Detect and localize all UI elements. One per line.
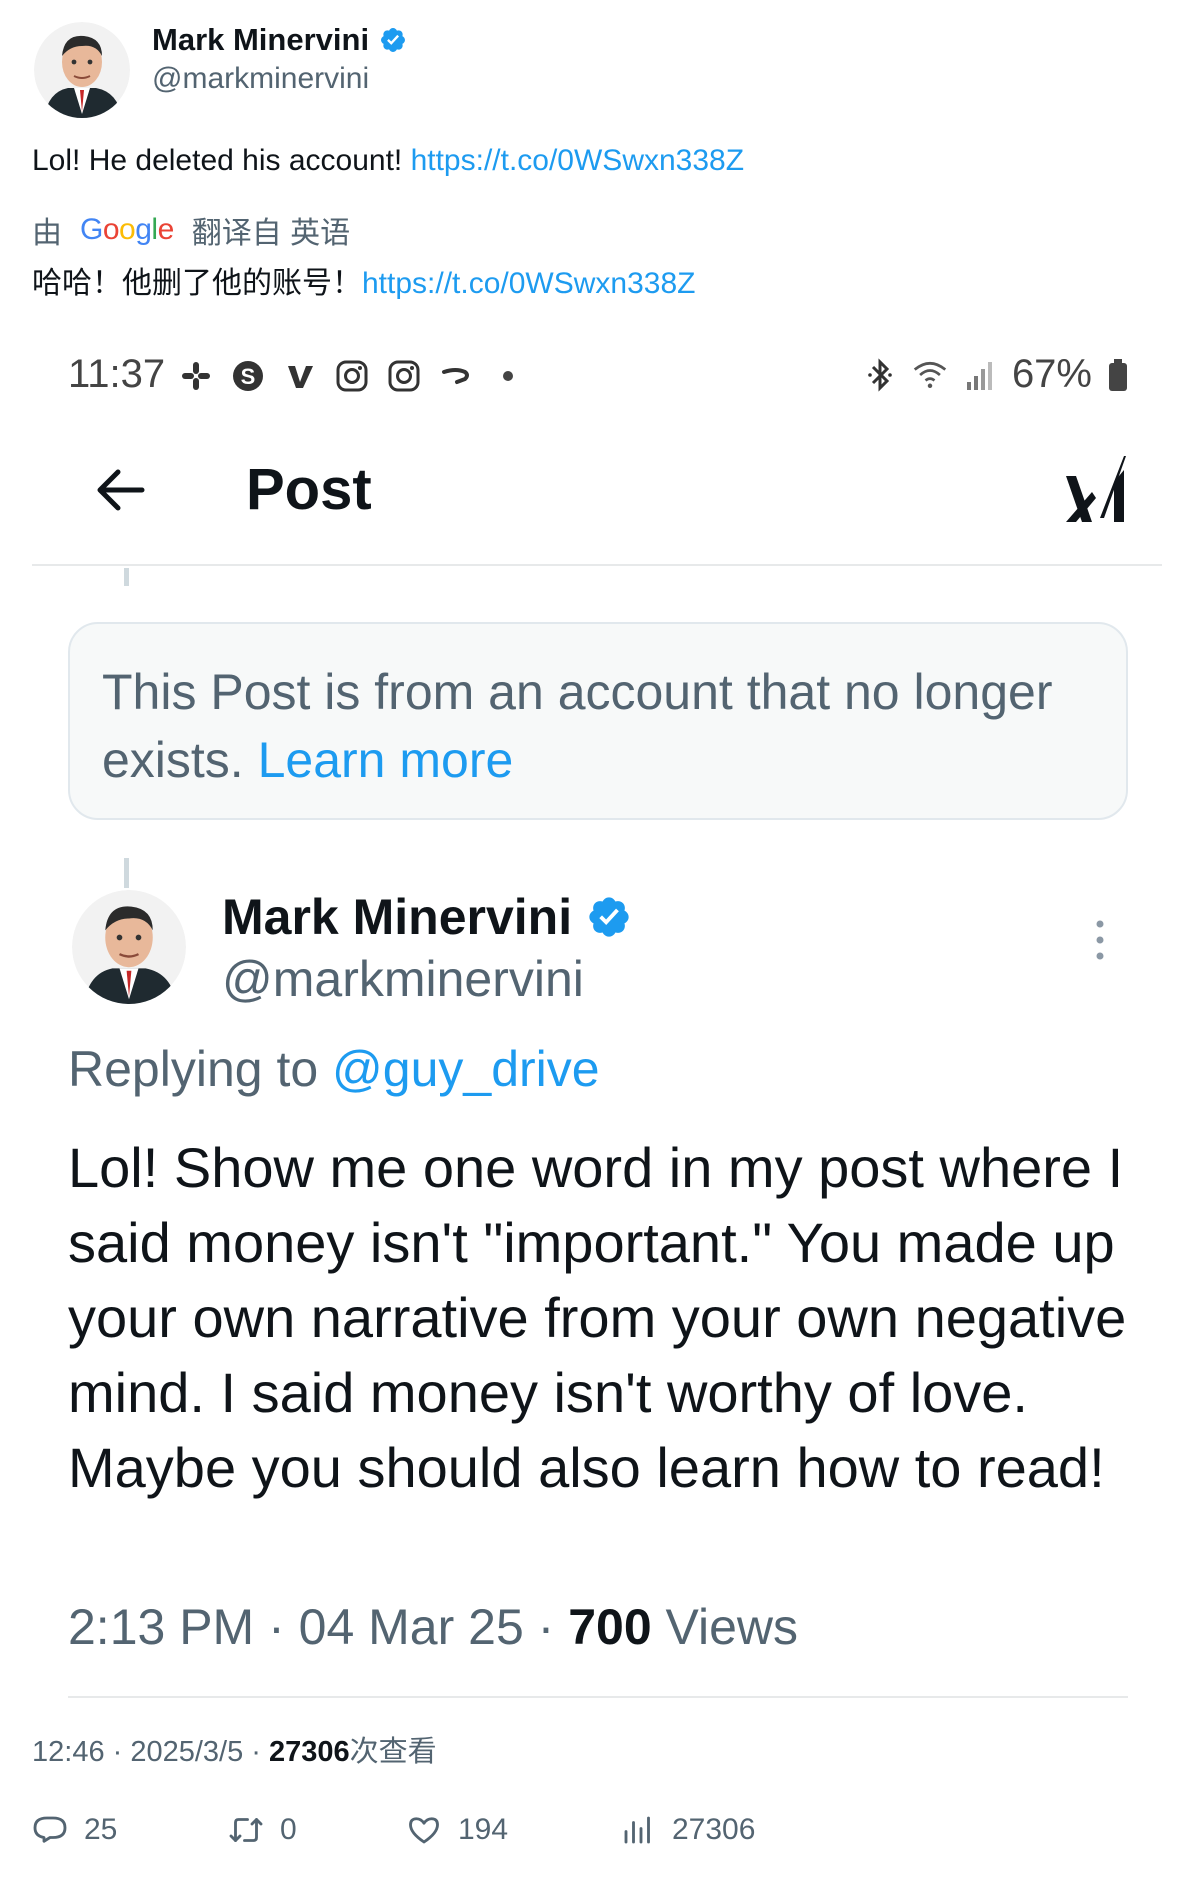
battery-icon <box>1106 357 1130 393</box>
translated-text: 哈哈！他删了他的账号！https://t.co/0WSwxn338Z <box>32 258 695 302</box>
analytics-icon <box>624 1816 650 1844</box>
tweet-views-label: 次查看 <box>349 1736 437 1768</box>
more-options-icon[interactable] <box>1090 918 1110 962</box>
translation-by-label: 由 <box>32 217 62 250</box>
repost-icon <box>229 1818 263 1842</box>
google-logo: Google <box>80 213 174 246</box>
post-author-handle[interactable]: @markminervini <box>222 950 584 1008</box>
reply-icon <box>33 1816 67 1843</box>
post-views-count: 700 <box>568 1599 652 1655</box>
deleted-account-notice: This Post is from an account that no lon… <box>68 622 1128 820</box>
like-count: 194 <box>458 1813 509 1846</box>
replying-to: Replying to @guy_drive <box>68 1040 600 1098</box>
back-arrow-icon[interactable] <box>90 460 150 520</box>
link-icon <box>438 358 474 394</box>
translation-source-label: 翻译自 英语 <box>191 217 351 250</box>
tweet-link[interactable]: https://t.co/0WSwxn338Z <box>411 144 744 177</box>
tweet-views-count: 27306 <box>269 1736 350 1768</box>
dot-icon <box>490 358 526 394</box>
learn-more-link[interactable]: Learn more <box>258 732 514 788</box>
author-name[interactable]: Mark Minervini <box>152 22 407 58</box>
replying-prefix: Replying to <box>68 1041 333 1097</box>
wifi-icon <box>912 357 948 393</box>
reply-count: 25 <box>84 1813 118 1846</box>
post-meta: 2:13 PM · 04 Mar 25 · 700 Views <box>68 1598 798 1656</box>
slack-icon <box>178 358 214 394</box>
verified-badge-icon <box>381 28 406 52</box>
post-header: Post <box>32 450 1162 566</box>
post-author-name-text: Mark Minervini <box>222 889 573 945</box>
post-timestamp[interactable]: 2:13 PM · 04 Mar 25 · <box>68 1599 568 1655</box>
reply-button[interactable]: 25 <box>32 1812 117 1848</box>
repost-button[interactable]: 0 <box>228 1812 297 1848</box>
like-button[interactable]: 194 <box>406 1812 508 1848</box>
skype-icon: S <box>230 358 266 394</box>
verified-badge-icon <box>589 897 629 937</box>
svg-text:S: S <box>241 364 256 389</box>
thread-line <box>124 858 129 888</box>
thread-line <box>124 568 129 586</box>
instagram-icon <box>386 358 422 394</box>
translated-link[interactable]: https://t.co/0WSwxn338Z <box>362 267 695 300</box>
tweet-text-body: Lol! He deleted his account! <box>32 144 411 177</box>
post-views-label: Views <box>651 1599 799 1655</box>
page-title: Post <box>246 457 372 522</box>
avatar[interactable] <box>72 890 186 1004</box>
post-body: Lol! Show me one word in my post where I… <box>68 1136 1127 1499</box>
x-logo-icon[interactable] <box>1062 452 1130 524</box>
status-bar: 11:37 S 67% <box>68 352 1130 402</box>
battery-percent: 67% <box>1011 352 1092 396</box>
status-right: 67% <box>862 352 1130 397</box>
views-count: 27306 <box>672 1813 756 1846</box>
avatar[interactable] <box>34 22 130 118</box>
tweet-meta: 12:46 · 2025/3/5 · 27306次查看 <box>32 1728 437 1770</box>
tweet-text: Lol! He deleted his account! https://t.c… <box>32 144 744 178</box>
views-button[interactable]: 27306 <box>620 1812 755 1848</box>
status-time: 11:37 <box>68 352 166 396</box>
notification-icons: S <box>178 358 526 394</box>
replying-handle-link[interactable]: @guy_drive <box>332 1041 600 1097</box>
repost-count: 0 <box>280 1813 297 1846</box>
translated-text-body: 哈哈！他删了他的账号！ <box>32 267 362 300</box>
heart-icon <box>409 1817 439 1844</box>
divider <box>68 1696 1128 1698</box>
translation-attribution[interactable]: 由 Google 翻译自 英语 <box>32 208 350 252</box>
signal-icon <box>962 357 998 393</box>
post-author-name[interactable]: Mark Minervini <box>222 888 632 946</box>
instagram-icon <box>334 358 370 394</box>
venmo-icon <box>282 358 318 394</box>
tweet-timestamp[interactable]: 12:46 · 2025/3/5 · <box>32 1736 269 1768</box>
deleted-notice-text: This Post is from an account that no lon… <box>102 664 1053 788</box>
bluetooth-icon <box>862 357 898 393</box>
author-handle[interactable]: @markminervini <box>152 62 369 96</box>
author-name-text: Mark Minervini <box>152 22 370 57</box>
action-bar: 25 0 194 27306 <box>32 1812 1132 1862</box>
